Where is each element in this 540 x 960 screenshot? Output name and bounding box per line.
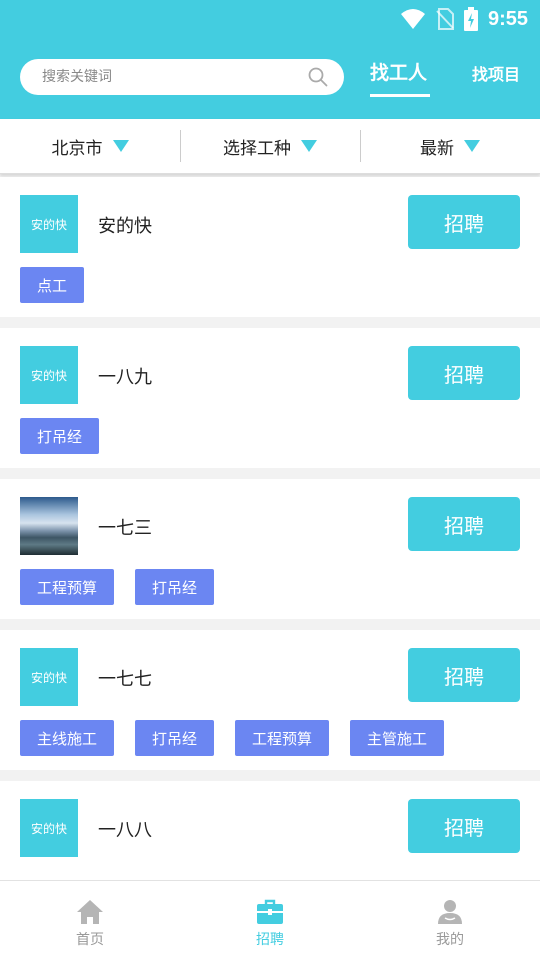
worker-list[interactable]: 安的快 安的快 招聘 点工 安的快 一八九 招聘 打吊经 一七三 招聘 工程预算… [0,177,540,880]
user-icon [438,900,462,924]
search-input[interactable] [42,59,302,95]
dropdown-triangle-icon [112,140,129,152]
status-time: 9:55 [487,7,528,30]
search-box[interactable] [20,59,344,95]
bottom-navigation: 首页 招聘 我的 [0,880,540,960]
hire-button[interactable]: 招聘 [408,346,520,400]
nav-recruit[interactable]: 招聘 [180,881,360,960]
wifi-icon [400,9,425,29]
dropdown-triangle-icon [464,140,480,152]
hire-button[interactable]: 招聘 [408,648,520,702]
skill-tag: 点工 [20,267,85,303]
nav-home[interactable]: 首页 [0,881,180,960]
battery-charging-icon [463,7,478,31]
worker-name: 一七三 [98,518,152,539]
skill-tag: 打吊经 [135,720,215,756]
avatar: 安的快 [20,648,78,706]
worker-card[interactable]: 安的快 一八九 招聘 打吊经 [0,328,540,468]
filter-bar: 北京市 选择工种 最新 [0,119,540,174]
skill-tag: 打吊经 [135,569,215,605]
nav-mine[interactable]: 我的 [360,881,540,960]
no-sim-icon [436,8,454,30]
filter-city-label: 北京市 [51,138,103,159]
worker-name: 安的快 [98,216,152,237]
hire-button[interactable]: 招聘 [408,799,520,853]
app-header: 9:55 找工人 找项目 [0,0,540,119]
tab-find-projects[interactable]: 找项目 [472,61,520,85]
worker-card[interactable]: 安的快 安的快 招聘 点工 [0,177,540,317]
avatar: 安的快 [20,195,78,253]
skill-tags: 工程预算 打吊经 [20,569,215,605]
worker-card[interactable]: 安的快 一七七 招聘 主线施工 打吊经 工程预算 主管施工 [0,630,540,770]
worker-card[interactable]: 一七三 招聘 工程预算 打吊经 [0,479,540,619]
avatar: 安的快 [20,346,78,404]
filter-city[interactable]: 北京市 [0,119,180,173]
filter-sort[interactable]: 最新 [360,119,540,173]
dropdown-triangle-icon [301,140,317,152]
avatar-photo [20,497,78,555]
skill-tags: 主线施工 打吊经 工程预算 主管施工 [20,720,445,756]
tab-find-workers-label: 找工人 [370,62,428,84]
worker-name: 一八八 [98,820,152,841]
nav-home-label: 首页 [76,932,104,948]
worker-name: 一七七 [98,669,152,690]
hire-button[interactable]: 招聘 [408,497,520,551]
briefcase-icon [257,899,283,924]
skill-tags: 打吊经 [20,418,100,454]
search-icon[interactable] [308,67,328,87]
active-tab-indicator [370,94,430,97]
hire-button[interactable]: 招聘 [408,195,520,249]
skill-tag: 主管施工 [350,720,445,756]
filter-sort-label: 最新 [420,138,454,159]
skill-tags: 点工 [20,267,85,303]
skill-tag: 主线施工 [20,720,115,756]
filter-trade-label: 选择工种 [223,138,291,159]
avatar: 安的快 [20,799,78,857]
nav-mine-label: 我的 [436,932,464,948]
status-bar: 9:55 [400,6,528,32]
worker-name: 一八九 [98,367,152,388]
skill-tag: 打吊经 [20,418,100,454]
home-icon [77,900,103,924]
filter-trade[interactable]: 选择工种 [180,119,360,173]
nav-recruit-label: 招聘 [256,932,284,948]
worker-card[interactable]: 安的快 一八八 招聘 [0,781,540,880]
skill-tag: 工程预算 [20,569,115,605]
skill-tag: 工程预算 [235,720,330,756]
tab-find-workers[interactable]: 找工人 [370,58,430,98]
